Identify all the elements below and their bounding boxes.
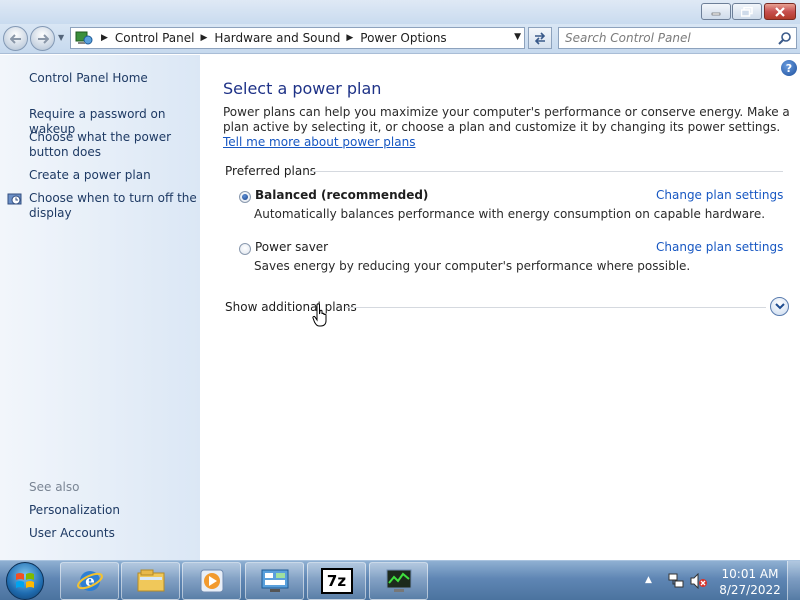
navigation-bar: ▼ ▶ Control Panel ▶ Hardware and Sound ▶… [0,24,800,54]
title-bar [0,0,800,24]
recent-pages-dropdown[interactable]: ▼ [58,33,64,42]
breadcrumb-separator[interactable]: ▶ [201,33,208,43]
clock-time: 10:01 AM [721,567,779,581]
refresh-button[interactable] [528,27,552,49]
show-desktop-button[interactable] [787,561,800,600]
control-panel-icon [261,569,288,592]
maximize-icon [741,6,753,17]
breadcrumb-separator[interactable]: ▶ [101,33,108,43]
plan-name-power-saver[interactable]: Power saver [255,240,328,254]
see-also-heading: See also [29,480,80,494]
change-plan-settings-balanced-link[interactable]: Change plan settings [656,188,783,202]
search-input[interactable] [559,28,769,48]
forward-button[interactable] [30,26,55,51]
refresh-icon [534,32,546,45]
sidebar-item-turn-off-display[interactable]: Choose when to turn off the display [29,191,197,221]
back-arrow-icon [9,33,21,44]
task-manager-icon [386,569,411,592]
show-hidden-icons-button[interactable]: ▲ [645,575,652,585]
see-also-user-accounts[interactable]: User Accounts [29,526,197,541]
search-icon[interactable] [778,31,792,45]
taskbar-media-player[interactable] [182,562,241,600]
hand-cursor-icon [312,303,327,327]
file-explorer-icon [137,569,164,592]
address-dropdown-icon[interactable]: ▼ [514,32,521,42]
see-also-personalization[interactable]: Personalization [29,503,197,518]
help-icon[interactable]: ? [781,60,797,76]
control-panel-home-link[interactable]: Control Panel Home [29,71,197,86]
taskbar: e 7z ▲ 10:01 AM 8/27/2022 [0,560,800,600]
plan-description-balanced: Automatically balances performance with … [254,207,766,221]
minimize-icon [711,12,721,15]
clock-date: 8/27/2022 [719,583,781,597]
maximize-button[interactable] [732,3,762,20]
chevron-down-icon [774,303,785,310]
internet-explorer-icon: e [76,571,103,591]
change-plan-settings-power-saver-link[interactable]: Change plan settings [656,240,783,254]
taskbar-task-manager[interactable] [369,562,428,600]
plan-name-balanced[interactable]: Balanced (recommended) [255,188,428,202]
power-saver-radio[interactable] [239,243,251,255]
taskbar-7zip[interactable]: 7z [307,562,366,600]
system-clock[interactable]: 10:01 AM 8/27/2022 [716,566,784,598]
intro-text: Power plans can help you maximize your c… [223,105,795,150]
expand-additional-plans-button[interactable] [770,297,789,316]
breadcrumb-control-panel[interactable]: Control Panel [115,31,195,45]
forward-arrow-icon [37,33,49,44]
taskbar-file-explorer[interactable] [121,562,180,600]
minimize-button[interactable] [701,3,731,20]
show-additional-plans-label[interactable]: Show additional plans [225,300,357,314]
address-bar[interactable]: ▶ Control Panel ▶ Hardware and Sound ▶ P… [70,27,525,49]
tasks-pane: Control Panel Home Require a password on… [0,55,200,560]
balanced-radio[interactable] [239,191,251,203]
sidebar-item-power-button[interactable]: Choose what the power button does [29,130,197,160]
7zip-icon: 7z [320,568,353,594]
close-icon [775,6,785,17]
windows-logo-icon [16,573,34,588]
section-divider [310,171,783,172]
back-button[interactable] [3,26,28,51]
breadcrumb-power-options[interactable]: Power Options [360,31,446,45]
breadcrumb-separator[interactable]: ▶ [346,33,353,43]
sidebar-item-create-plan[interactable]: Create a power plan [29,168,197,183]
page-title: Select a power plan [223,79,382,98]
taskbar-control-panel[interactable] [245,562,304,600]
breadcrumb-hardware-and-sound[interactable]: Hardware and Sound [214,31,340,45]
intro-description: Power plans can help you maximize your c… [223,105,790,134]
plan-description-power-saver: Saves energy by reducing your computer's… [254,259,691,273]
display-clock-icon [7,193,22,205]
tell-me-more-link[interactable]: Tell me more about power plans [223,135,415,149]
preferred-plans-heading: Preferred plans [225,164,317,178]
volume-muted-icon[interactable] [690,573,708,589]
start-button[interactable] [6,562,44,600]
close-button[interactable] [764,3,796,20]
media-player-icon [200,569,223,593]
search-box[interactable] [558,27,797,49]
control-panel-icon [73,28,95,48]
section-divider [346,307,766,308]
taskbar-internet-explorer[interactable]: e [60,562,119,600]
network-icon[interactable] [668,573,684,589]
